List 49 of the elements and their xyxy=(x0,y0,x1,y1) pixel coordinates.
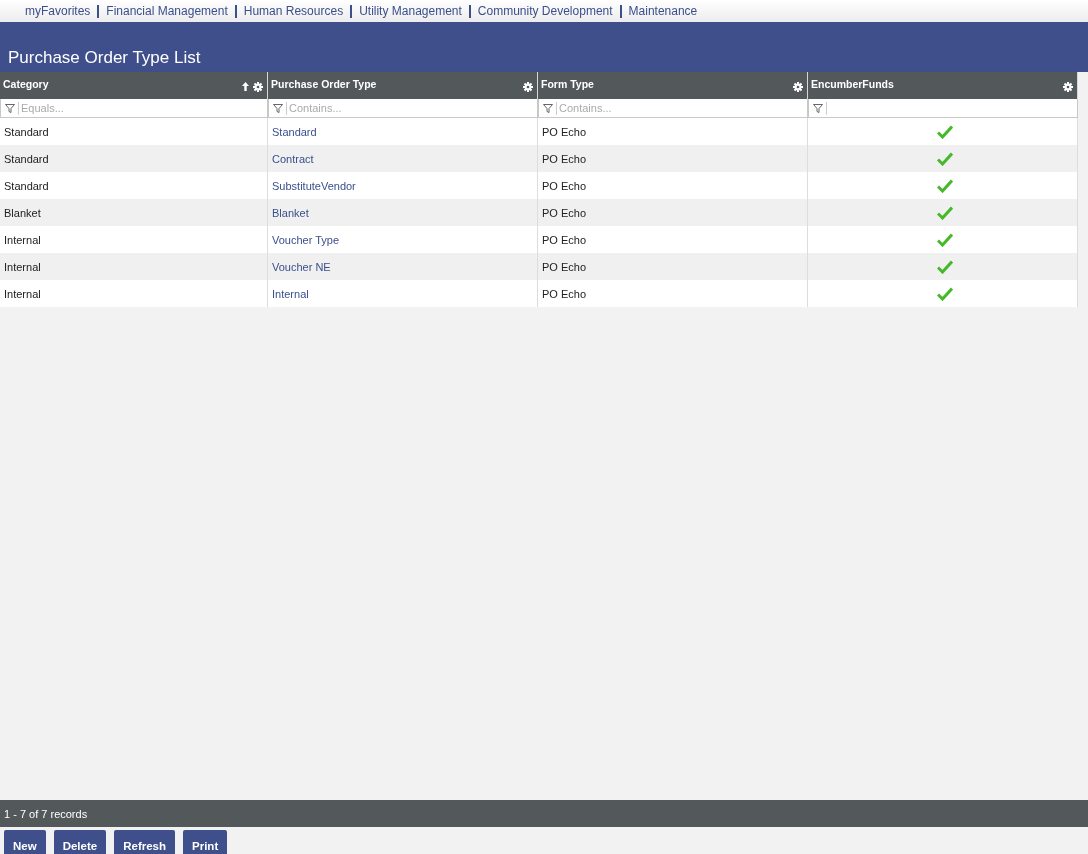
filter-cell[interactable]: Contains... xyxy=(538,99,808,118)
table-cell: Standard xyxy=(0,145,268,172)
checkmark-icon xyxy=(936,232,953,247)
settings-icon[interactable] xyxy=(1063,82,1073,92)
sort-ascending-icon xyxy=(242,82,249,91)
column-header[interactable]: Category xyxy=(0,72,268,99)
filter-icon[interactable] xyxy=(273,103,283,113)
table-link[interactable]: Blanket xyxy=(268,199,538,226)
nav-link[interactable]: Financial Management xyxy=(106,4,228,18)
page-title: Purchase Order Type List xyxy=(8,48,201,68)
filter-cell[interactable]: Equals... xyxy=(0,99,268,118)
action-button[interactable]: New xyxy=(4,830,46,854)
column-header[interactable]: Purchase Order Type xyxy=(268,72,538,99)
action-button[interactable]: Refresh xyxy=(114,830,175,854)
settings-icon[interactable] xyxy=(523,82,533,92)
column-header[interactable]: EncumberFunds xyxy=(808,72,1078,99)
table-cell: Blanket xyxy=(0,199,268,226)
record-count: 1 - 7 of 7 records xyxy=(4,807,88,820)
action-button[interactable]: Delete xyxy=(53,830,107,854)
table-link[interactable]: Voucher NE xyxy=(268,253,538,280)
checkmark-icon xyxy=(936,286,953,301)
action-button[interactable]: Print xyxy=(183,830,228,854)
column-header[interactable]: Form Type xyxy=(538,72,808,99)
checkmark-icon xyxy=(936,259,953,274)
column-label: Purchase Order Type xyxy=(271,78,378,90)
filter-icon[interactable] xyxy=(5,103,15,113)
checkmark-icon xyxy=(936,205,953,220)
nav-link[interactable]: Utility Management xyxy=(359,4,462,18)
checkmark-icon xyxy=(936,178,953,193)
settings-icon[interactable] xyxy=(793,82,803,92)
checkmark-icon xyxy=(936,151,953,166)
table-cell: PO Echo xyxy=(538,199,808,226)
nav-link[interactable]: myFavorites xyxy=(25,4,91,18)
filter-cell[interactable] xyxy=(808,99,1078,118)
column-label: Category xyxy=(3,78,50,90)
nav-link[interactable]: Human Resources xyxy=(243,4,344,18)
nav-link[interactable]: Maintenance xyxy=(628,4,698,18)
table-link[interactable]: Contract xyxy=(268,145,538,172)
filter-icon[interactable] xyxy=(813,103,823,113)
table-cell: PO Echo xyxy=(538,253,808,280)
settings-icon[interactable] xyxy=(253,82,263,92)
column-label: EncumberFunds xyxy=(811,78,895,90)
table-cell: Internal xyxy=(0,253,268,280)
nav-link[interactable]: Community Development xyxy=(477,4,613,18)
filter-icon[interactable] xyxy=(543,103,553,113)
filter-cell[interactable]: Contains... xyxy=(268,99,538,118)
table-cell: PO Echo xyxy=(538,145,808,172)
column-label: Form Type xyxy=(541,78,595,90)
checkmark-icon xyxy=(936,124,953,139)
